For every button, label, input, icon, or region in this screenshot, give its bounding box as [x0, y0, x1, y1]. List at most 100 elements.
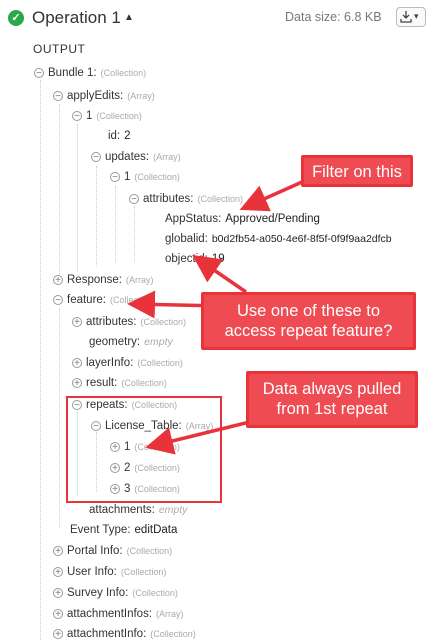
tree-row-globalid[interactable]: globalid: b0d2fb54-a050-4e6f-8f5f-0f9f9aa…	[165, 229, 392, 249]
node-type: (Collection)	[96, 111, 142, 121]
expand-toggle-icon[interactable]: +	[72, 316, 82, 327]
callout-filter: Filter on this	[301, 155, 413, 187]
tree-row-updates[interactable]: − updates: (Array)	[91, 147, 181, 167]
tree-row-portal-info[interactable]: + Portal Info: (Collection)	[53, 541, 172, 561]
expand-toggle-icon[interactable]: +	[53, 274, 63, 285]
node-type: (Collection)	[150, 629, 196, 639]
node-key: result:	[86, 377, 118, 389]
output-label: OUTPUT	[33, 42, 86, 56]
node-type: (Array)	[125, 275, 154, 285]
tree-row-bundle[interactable]: − Bundle 1: (Collection)	[34, 63, 146, 83]
collapse-toggle-icon[interactable]: −	[53, 90, 63, 101]
chevron-down-icon[interactable]: ▾	[414, 11, 419, 22]
arrow-filter	[239, 180, 303, 212]
node-key: attributes:	[86, 316, 137, 328]
node-type: (Collection)	[110, 295, 156, 305]
callout-use-one: Use one of these to access repeat featur…	[201, 292, 416, 350]
collapse-toggle-icon[interactable]: −	[110, 171, 120, 182]
tree-row-survey-info[interactable]: + Survey Info: (Collection)	[53, 583, 178, 603]
expand-toggle-icon[interactable]: +	[72, 377, 82, 388]
node-key: attributes:	[143, 193, 194, 205]
tree-row-geometry[interactable]: geometry: empty	[89, 332, 173, 352]
tree-row-objectid[interactable]: objectid: 19	[165, 249, 225, 269]
node-key: globalid:	[165, 233, 208, 245]
expand-toggle-icon[interactable]: +	[53, 608, 63, 619]
tree-guide	[77, 124, 78, 272]
node-key: applyEdits:	[67, 90, 124, 102]
collapse-toggle-icon[interactable]: −	[34, 67, 44, 78]
node-key: geometry:	[89, 336, 141, 348]
node-key: Response:	[67, 274, 122, 286]
tree-row-user-info[interactable]: + User Info: (Collection)	[53, 562, 166, 582]
tree-row-applyedits-1[interactable]: −1 (Collection)	[72, 106, 142, 126]
node-key: Event Type:	[70, 524, 131, 536]
node-key: feature:	[67, 294, 106, 306]
callout-text: access repeat feature?	[224, 322, 393, 340]
operation-title[interactable]: Operation 1	[32, 8, 121, 28]
node-value: empty	[158, 504, 188, 516]
collapse-toggle-icon[interactable]: −	[129, 193, 139, 204]
node-key: Portal Info:	[67, 545, 123, 557]
tree-row-attachment-info[interactable]: + attachmentInfo: (Collection)	[53, 624, 196, 644]
node-type: (Collection)	[100, 68, 147, 78]
node-value: 19	[211, 253, 225, 265]
node-value: Approved/Pending	[225, 213, 320, 225]
node-type: (Collection)	[120, 567, 167, 577]
tree-guide	[96, 166, 97, 266]
node-key: id:	[108, 130, 121, 142]
node-type: (Collection)	[137, 358, 183, 368]
tree-row-applyedits[interactable]: − applyEdits: (Array)	[53, 86, 155, 106]
collapse-toggle-icon[interactable]: −	[91, 151, 101, 162]
download-button[interactable]: ▾	[396, 7, 426, 27]
tree-row-layerinfo[interactable]: + layerInfo: (Collection)	[72, 353, 183, 373]
callout-text: from 1st repeat	[276, 400, 388, 418]
tree-row-attachment-infos[interactable]: + attachmentInfos: (Array)	[53, 604, 184, 624]
tree-guide	[40, 80, 41, 640]
node-key: attachmentInfo:	[67, 628, 147, 640]
tree-row-result[interactable]: + result: (Collection)	[72, 373, 167, 393]
collapse-caret-icon[interactable]: ▲	[124, 12, 134, 23]
expand-toggle-icon[interactable]: +	[53, 545, 63, 556]
node-value: b0d2fb54-a050-4e6f-8f5f-0f9f9aa2dfcb	[211, 233, 392, 245]
node-key: updates:	[105, 151, 150, 163]
node-type: (Collection)	[140, 317, 187, 327]
node-type: (Collection)	[126, 546, 173, 556]
tree-row-feature[interactable]: − feature: (Collection)	[53, 290, 156, 310]
expand-toggle-icon[interactable]: +	[53, 566, 63, 577]
expand-toggle-icon[interactable]: +	[72, 357, 82, 368]
tree-row-id[interactable]: id: 2	[108, 126, 131, 146]
tree-row-event-type[interactable]: Event Type: editData	[70, 520, 177, 540]
node-type: (Collection)	[134, 172, 180, 182]
tree-row-updates-1[interactable]: −1 (Collection)	[110, 167, 180, 187]
tree-row-appstatus[interactable]: AppStatus: Approved/Pending	[165, 209, 320, 229]
node-type: (Collection)	[197, 194, 244, 204]
node-type: (Array)	[153, 152, 181, 162]
callout-first-repeat: Data always pulled from 1st repeat	[246, 371, 418, 428]
tree-row-attachments[interactable]: attachments: empty	[89, 500, 187, 520]
highlight-box-repeats	[66, 396, 222, 503]
node-key: Survey Info:	[67, 587, 129, 599]
node-key: Bundle 1:	[48, 67, 97, 79]
operation-header: ✓ Operation 1 ▲ Data size: 6.8 KB ▾	[0, 0, 437, 36]
collapse-toggle-icon[interactable]: −	[53, 294, 63, 305]
download-icon	[400, 11, 412, 23]
callout-text: Filter on this	[312, 163, 402, 181]
tree-row-attributes[interactable]: − attributes: (Collection)	[129, 189, 243, 209]
tree-row-response[interactable]: + Response: (Array)	[53, 270, 153, 290]
node-type: (Array)	[127, 91, 155, 101]
tree-guide	[59, 104, 60, 276]
node-key: 1	[86, 110, 93, 122]
expand-toggle-icon[interactable]: +	[53, 587, 63, 598]
node-value: empty	[144, 336, 173, 348]
tree-row-feature-attributes[interactable]: + attributes: (Collection)	[72, 312, 186, 332]
tree-guide	[115, 186, 116, 262]
success-check-icon: ✓	[8, 10, 24, 26]
node-key: User Info:	[67, 566, 117, 578]
node-value: 2	[124, 130, 131, 142]
callout-text: Data always pulled	[262, 380, 402, 398]
node-key: attachments:	[89, 504, 155, 516]
node-key: 1	[124, 171, 131, 183]
node-type: (Collection)	[121, 378, 167, 388]
expand-toggle-icon[interactable]: +	[53, 628, 63, 639]
collapse-toggle-icon[interactable]: −	[72, 110, 82, 121]
